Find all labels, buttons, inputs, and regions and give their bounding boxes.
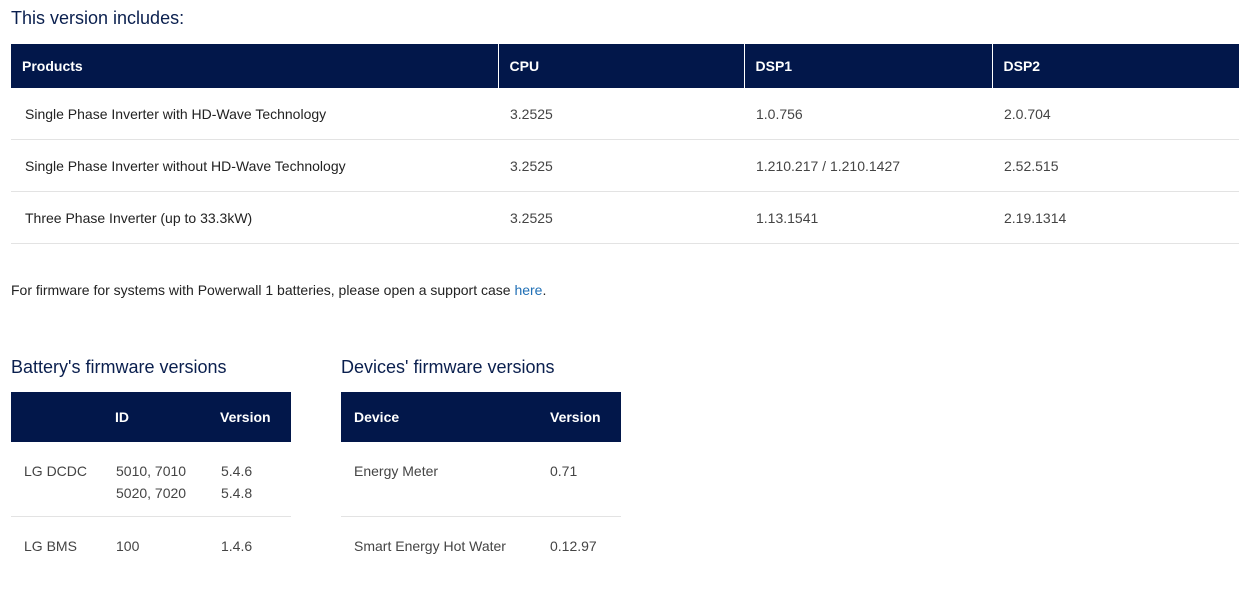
product-cell: Single Phase Inverter with HD-Wave Techn… bbox=[11, 88, 498, 140]
battery-name-cell: LG BMS bbox=[11, 517, 103, 591]
table-row: LG BMS 100 1.4.6 bbox=[11, 517, 291, 591]
column-header-dsp1: DSP1 bbox=[744, 44, 992, 88]
table-row: Three Phase Inverter (up to 33.3kW) 3.25… bbox=[11, 192, 1239, 244]
dsp1-cell: 1.0.756 bbox=[744, 88, 992, 140]
column-header-products: Products bbox=[11, 44, 498, 88]
battery-id-line: 5020, 7020 bbox=[116, 482, 208, 504]
battery-id-cell: 100 bbox=[103, 517, 208, 591]
note-text: For firmware for systems with Powerwall … bbox=[11, 282, 514, 298]
dsp2-cell: 2.19.1314 bbox=[992, 192, 1239, 244]
devices-firmware-table: Device Version Energy Meter 0.71 Smart E… bbox=[341, 392, 621, 591]
table-header-row: ID Version bbox=[11, 392, 291, 442]
battery-name-cell: LG DCDC bbox=[11, 442, 103, 517]
note-suffix: . bbox=[542, 282, 546, 298]
battery-firmware-table: ID Version LG DCDC 5010, 7010 5020, 7020… bbox=[11, 392, 291, 591]
column-header-version: Version bbox=[537, 392, 621, 442]
support-case-link[interactable]: here bbox=[514, 282, 542, 298]
cpu-cell: 3.2525 bbox=[498, 192, 744, 244]
cpu-cell: 3.2525 bbox=[498, 88, 744, 140]
battery-version-line: 1.4.6 bbox=[221, 535, 291, 557]
powerwall-note: For firmware for systems with Powerwall … bbox=[11, 282, 546, 298]
device-version-cell: 0.71 bbox=[537, 442, 621, 517]
table-header-row: Device Version bbox=[341, 392, 621, 442]
device-version-cell: 0.12.97 bbox=[537, 517, 621, 591]
products-firmware-table: Products CPU DSP1 DSP2 Single Phase Inve… bbox=[11, 44, 1239, 244]
column-header-device: Device bbox=[341, 392, 537, 442]
dsp2-cell: 2.0.704 bbox=[992, 88, 1239, 140]
table-header-row: Products CPU DSP1 DSP2 bbox=[11, 44, 1239, 88]
column-header-name bbox=[11, 392, 103, 442]
battery-id-cell: 5010, 7010 5020, 7020 bbox=[103, 442, 208, 517]
device-name-cell: Energy Meter bbox=[341, 442, 537, 517]
table-row: Smart Energy Hot Water 0.12.97 bbox=[341, 517, 621, 591]
battery-version-line: 5.4.6 bbox=[221, 460, 291, 482]
product-cell: Single Phase Inverter without HD-Wave Te… bbox=[11, 140, 498, 192]
table-row: LG DCDC 5010, 7010 5020, 7020 5.4.6 5.4.… bbox=[11, 442, 291, 517]
column-header-id: ID bbox=[103, 392, 208, 442]
battery-section-title: Battery's firmware versions bbox=[11, 357, 227, 378]
table-row: Energy Meter 0.71 bbox=[341, 442, 621, 517]
product-cell: Three Phase Inverter (up to 33.3kW) bbox=[11, 192, 498, 244]
column-header-cpu: CPU bbox=[498, 44, 744, 88]
battery-id-line: 100 bbox=[116, 535, 208, 557]
cpu-cell: 3.2525 bbox=[498, 140, 744, 192]
battery-version-cell: 1.4.6 bbox=[208, 517, 291, 591]
battery-id-line: 5010, 7010 bbox=[116, 460, 208, 482]
table-row: Single Phase Inverter without HD-Wave Te… bbox=[11, 140, 1239, 192]
page-heading: This version includes: bbox=[11, 8, 184, 29]
battery-version-cell: 5.4.6 5.4.8 bbox=[208, 442, 291, 517]
dsp1-cell: 1.210.217 / 1.210.1427 bbox=[744, 140, 992, 192]
devices-section-title: Devices' firmware versions bbox=[341, 357, 555, 378]
table-row: Single Phase Inverter with HD-Wave Techn… bbox=[11, 88, 1239, 140]
column-header-dsp2: DSP2 bbox=[992, 44, 1239, 88]
battery-version-line: 5.4.8 bbox=[221, 482, 291, 504]
column-header-version: Version bbox=[208, 392, 291, 442]
device-name-cell: Smart Energy Hot Water bbox=[341, 517, 537, 591]
dsp1-cell: 1.13.1541 bbox=[744, 192, 992, 244]
dsp2-cell: 2.52.515 bbox=[992, 140, 1239, 192]
